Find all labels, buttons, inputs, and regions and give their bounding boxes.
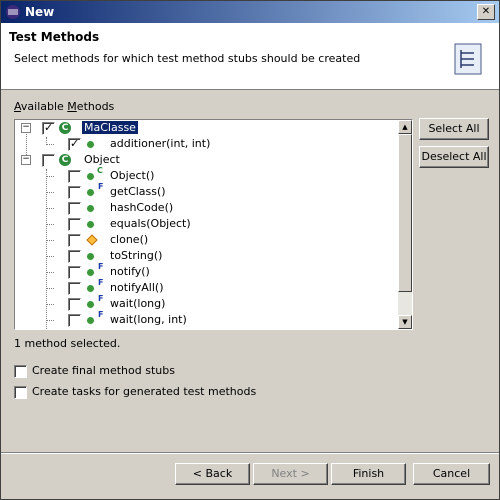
tree-node-method[interactable]: equals(Object) bbox=[15, 216, 400, 232]
title-bar[interactable]: New ✕ bbox=[1, 1, 499, 23]
public-method-icon bbox=[87, 317, 94, 324]
public-method-icon bbox=[87, 301, 94, 308]
tree-node-label: clone() bbox=[110, 233, 149, 246]
page-description: Select methods for which test method stu… bbox=[14, 52, 361, 65]
tree-checkbox[interactable]: ✓ bbox=[68, 137, 81, 151]
scroll-thumb[interactable] bbox=[398, 134, 412, 292]
cancel-button[interactable]: Cancel bbox=[413, 463, 490, 485]
tree-node-method[interactable]: F wait(long, int) bbox=[15, 310, 400, 328]
tree-checkbox[interactable] bbox=[68, 250, 81, 263]
collapse-toggle[interactable]: − bbox=[21, 123, 31, 133]
tree-checkbox[interactable]: ✓ bbox=[42, 121, 55, 135]
tree-node-method[interactable]: clone() bbox=[15, 232, 400, 248]
protected-method-icon bbox=[86, 234, 98, 246]
tree-checkbox[interactable] bbox=[68, 186, 81, 199]
tree-node-label: notifyAll() bbox=[110, 281, 164, 294]
final-marker-icon: F bbox=[98, 294, 104, 303]
next-button[interactable]: Next > bbox=[253, 463, 328, 485]
tree-checkbox[interactable] bbox=[68, 298, 81, 311]
tree-node-label: toString() bbox=[110, 249, 163, 262]
public-method-icon bbox=[87, 253, 94, 260]
public-method-icon bbox=[87, 205, 94, 212]
tree-checkbox[interactable] bbox=[68, 202, 81, 215]
tree-checkbox[interactable] bbox=[68, 314, 81, 327]
tree-node-label: notify() bbox=[110, 265, 150, 278]
final-stubs-checkbox[interactable] bbox=[14, 365, 27, 378]
tree-node-label: wait(long, int) bbox=[110, 313, 187, 326]
page-title: Test Methods bbox=[9, 30, 100, 44]
public-method-icon bbox=[87, 285, 94, 292]
eclipse-icon bbox=[6, 5, 20, 19]
tree-node-object[interactable]: − C Object bbox=[15, 152, 400, 168]
window-title: New bbox=[25, 5, 55, 19]
tree-node-method[interactable]: toString() bbox=[15, 248, 400, 264]
available-methods-label: Available Methods bbox=[14, 100, 115, 113]
tree-node-label: getClass() bbox=[110, 185, 166, 198]
tree-node-method[interactable]: hashCode() bbox=[15, 200, 400, 216]
test-methods-banner-icon bbox=[454, 43, 482, 75]
tree-node-method[interactable]: F getClass() bbox=[15, 182, 400, 200]
tree-node-method[interactable]: ✓ additioner(int, int) bbox=[15, 136, 400, 152]
tree-node-method[interactable]: C Object() bbox=[15, 166, 400, 184]
final-stubs-label: Create final method stubs bbox=[32, 364, 175, 377]
final-marker-icon: F bbox=[98, 310, 104, 319]
tree-checkbox[interactable] bbox=[68, 234, 81, 247]
constructor-icon bbox=[87, 173, 94, 180]
selection-status: 1 method selected. bbox=[14, 337, 121, 350]
collapse-toggle[interactable]: − bbox=[21, 155, 31, 165]
vertical-scrollbar[interactable]: ▲ ▼ bbox=[398, 120, 412, 329]
final-marker-icon: F bbox=[98, 262, 104, 271]
tree-node-label: MaClasse bbox=[82, 121, 138, 134]
tree-checkbox[interactable] bbox=[68, 282, 81, 295]
deselect-all-button[interactable]: Deselect All bbox=[419, 146, 489, 168]
checkmark-icon: ✓ bbox=[70, 137, 80, 150]
tree-node-maclasse[interactable]: − ✓ C MaClasse bbox=[15, 120, 400, 136]
public-method-icon bbox=[87, 189, 94, 196]
wizard-header: Test Methods Select methods for which te… bbox=[1, 23, 499, 90]
tree-node-label: additioner(int, int) bbox=[110, 137, 211, 150]
methods-tree[interactable]: − ✓ C MaClasse ✓ additioner(int, int) − … bbox=[14, 119, 413, 330]
public-method-icon bbox=[87, 269, 94, 276]
final-marker-icon: F bbox=[98, 182, 104, 191]
tree-node-label: wait(long) bbox=[110, 297, 166, 310]
tree-checkbox[interactable] bbox=[68, 218, 81, 231]
tree-node-label: Object() bbox=[110, 169, 155, 182]
checkmark-icon: ✓ bbox=[44, 121, 54, 134]
tree-checkbox[interactable] bbox=[42, 154, 55, 167]
final-marker-icon: F bbox=[98, 278, 104, 287]
tree-checkbox[interactable] bbox=[68, 170, 81, 183]
tree-node-method[interactable]: F notifyAll() bbox=[15, 278, 400, 296]
scroll-up-button[interactable]: ▲ bbox=[398, 120, 412, 134]
new-wizard-dialog: New ✕ Test Methods Select methods for wh… bbox=[0, 0, 500, 500]
scroll-down-button[interactable]: ▼ bbox=[398, 315, 412, 329]
back-button[interactable]: < Back bbox=[175, 463, 250, 485]
public-method-icon bbox=[87, 141, 94, 148]
select-all-button[interactable]: Select All bbox=[419, 118, 489, 140]
tree-node-label: Object bbox=[84, 153, 120, 166]
tree-node-label: equals(Object) bbox=[110, 217, 191, 230]
class-icon: C bbox=[59, 154, 71, 166]
close-button[interactable]: ✕ bbox=[477, 4, 495, 20]
tree-checkbox[interactable] bbox=[68, 266, 81, 279]
tree-node-method[interactable]: F notify() bbox=[15, 262, 400, 280]
finish-button[interactable]: Finish bbox=[331, 463, 406, 485]
class-icon: C bbox=[59, 122, 71, 134]
button-bar-separator bbox=[1, 452, 499, 454]
tree-node-method[interactable]: F wait(long) bbox=[15, 294, 400, 312]
public-method-icon bbox=[87, 221, 94, 228]
tasks-label: Create tasks for generated test methods bbox=[32, 385, 257, 398]
tree-node-label: hashCode() bbox=[110, 201, 174, 214]
constructor-marker-icon: C bbox=[97, 166, 103, 175]
tasks-checkbox[interactable] bbox=[14, 386, 27, 399]
